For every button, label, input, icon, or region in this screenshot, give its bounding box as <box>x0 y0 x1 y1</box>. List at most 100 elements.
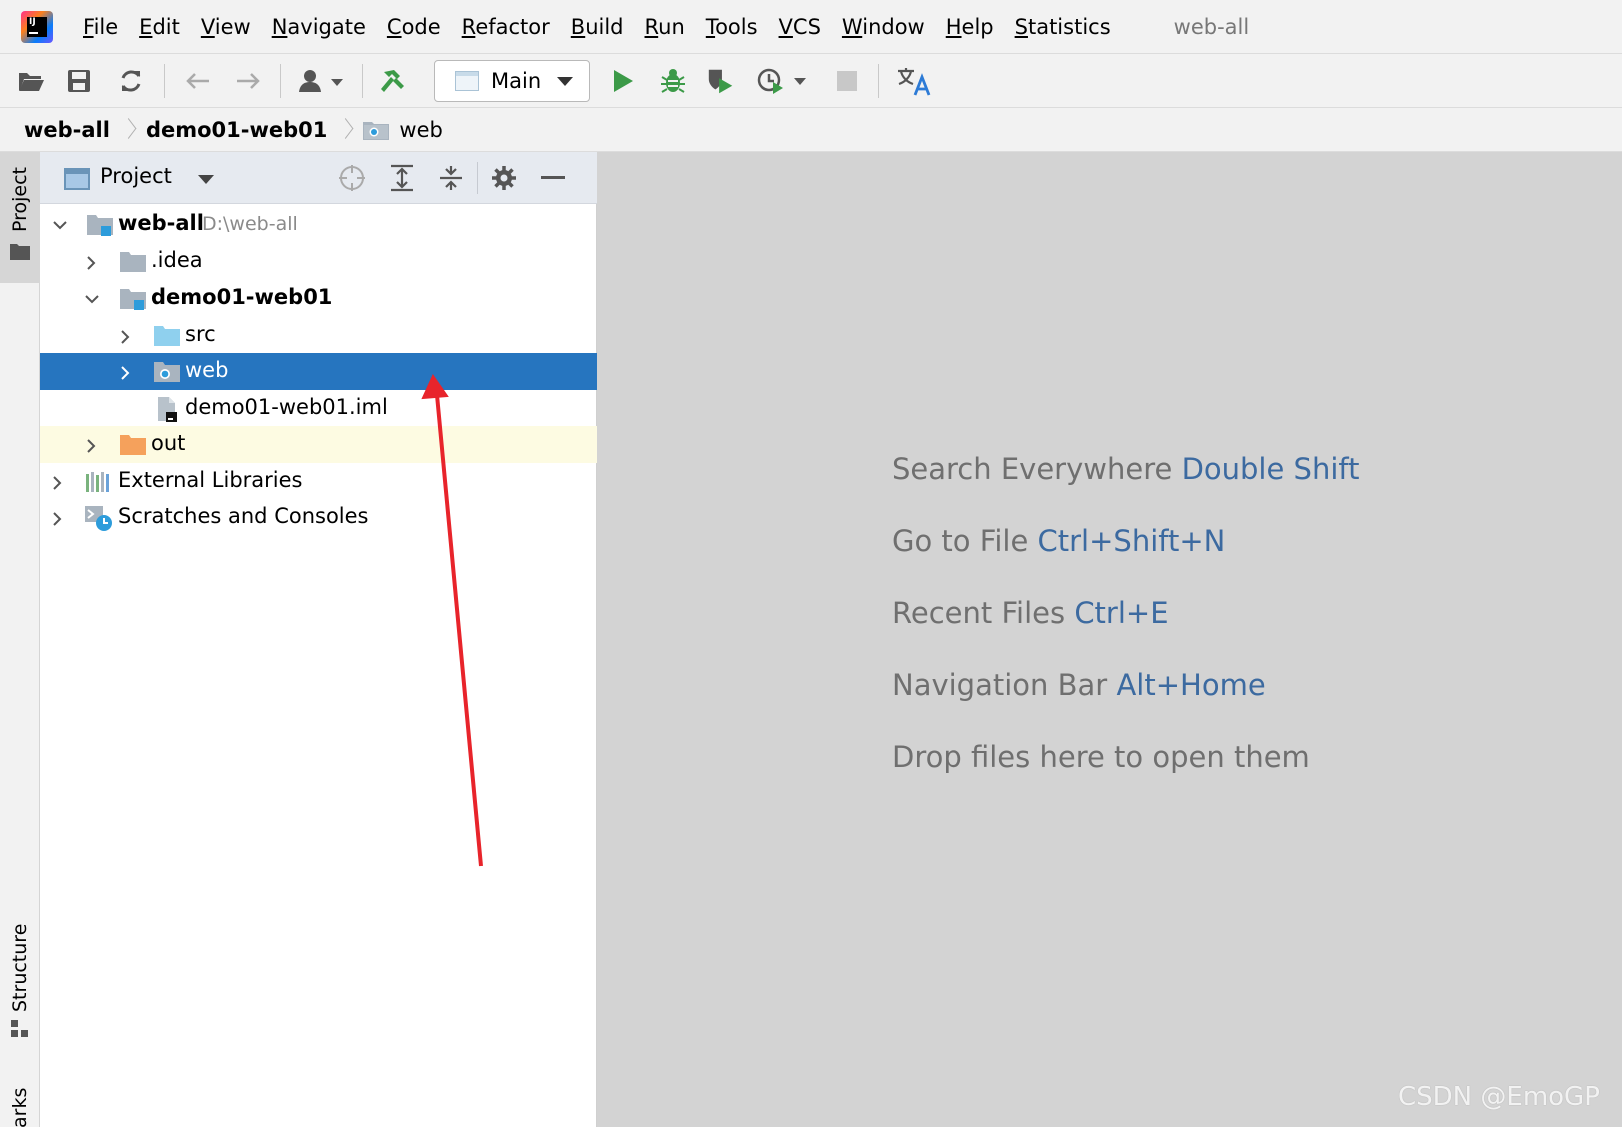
structure-icon <box>11 1020 28 1037</box>
chevron-down-icon <box>557 76 574 86</box>
minimize-icon[interactable] <box>538 163 568 193</box>
tool-window-bookmarks-label: arks <box>9 1087 31 1127</box>
source-folder-icon <box>154 324 180 348</box>
breadcrumb-item-web[interactable]: web <box>399 118 442 142</box>
hint-shortcut: Alt+Home <box>1116 668 1266 702</box>
breadcrumb: web-all demo01-web01 web <box>0 108 1622 152</box>
menu-vcs[interactable]: VCS <box>779 0 821 54</box>
tree-node-idea[interactable]: .idea <box>40 243 597 280</box>
collapse-all-icon[interactable] <box>436 163 466 193</box>
menu-refactor[interactable]: Refactor <box>462 0 550 54</box>
menu-run[interactable]: Run <box>645 0 685 54</box>
hint-text: Search Everywhere <box>892 452 1173 486</box>
chevron-down-icon[interactable] <box>198 175 214 184</box>
tree-node-web-all[interactable]: web-all D:\web-all <box>40 206 597 243</box>
menu-tools[interactable]: Tools <box>706 0 758 54</box>
vcs-user-icon[interactable] <box>296 66 348 96</box>
module-folder-icon <box>87 213 113 237</box>
tree-node-demo01-web01-iml[interactable]: demo01-web01.iml <box>40 390 597 427</box>
menu-navigate[interactable]: Navigate <box>272 0 366 54</box>
hint-text: Drop files here to open them <box>892 740 1310 774</box>
build-hammer-icon[interactable] <box>378 66 408 96</box>
hint-text: Recent Files <box>892 596 1066 630</box>
expand-all-icon[interactable] <box>387 163 417 193</box>
chevron-right-icon[interactable] <box>118 365 132 380</box>
project-view-title[interactable]: Project <box>100 164 172 188</box>
tree-label: demo01-web01 <box>151 285 333 309</box>
back-icon[interactable] <box>182 66 212 96</box>
project-view-icon <box>64 168 90 190</box>
breadcrumb-separator-icon <box>339 119 349 141</box>
menu-file[interactable]: File <box>83 0 118 54</box>
excluded-folder-icon <box>120 433 146 457</box>
project-panel-header: Project <box>40 152 597 204</box>
web-folder-icon <box>363 120 390 140</box>
menu-help[interactable]: Help <box>946 0 994 54</box>
coverage-icon[interactable] <box>706 66 736 96</box>
tree-node-src[interactable]: src <box>40 317 597 354</box>
forward-icon[interactable] <box>234 66 264 96</box>
project-folder-icon <box>10 244 30 260</box>
open-icon[interactable] <box>16 66 46 96</box>
tree-label: demo01-web01.iml <box>185 395 388 419</box>
ide-window: IJ File Edit View Navigate Code Refactor… <box>0 0 1622 1127</box>
tree-label: .idea <box>151 248 203 272</box>
intellij-logo-icon[interactable]: IJ <box>21 10 53 43</box>
menu-code[interactable]: Code <box>387 0 441 54</box>
tree-node-demo01-web01[interactable]: demo01-web01 <box>40 280 597 317</box>
web-folder-icon <box>154 360 180 384</box>
menu-window[interactable]: Window <box>842 0 925 54</box>
tree-path: D:\web-all <box>202 213 298 235</box>
hint-text: Navigation Bar <box>892 668 1108 702</box>
run-icon[interactable] <box>608 66 638 96</box>
debug-icon[interactable] <box>658 66 688 96</box>
hint-recent-files: Recent Files Ctrl+E <box>892 596 1169 630</box>
tree-node-web[interactable]: web <box>40 353 597 390</box>
chevron-right-icon[interactable] <box>50 475 64 490</box>
project-tool-window: Project web-all D:\web-all .idea demo01-… <box>40 152 597 1127</box>
breadcrumb-item-demo01-web01[interactable]: demo01-web01 <box>146 118 327 142</box>
stop-icon[interactable] <box>832 66 862 96</box>
hint-shortcut: Ctrl+E <box>1074 596 1169 630</box>
chevron-down-icon[interactable] <box>52 218 67 232</box>
tree-node-out[interactable]: out <box>40 426 597 463</box>
tree-node-scratches[interactable]: Scratches and Consoles <box>40 499 597 536</box>
menu-build[interactable]: Build <box>571 0 624 54</box>
chevron-right-icon[interactable] <box>84 438 98 453</box>
tree-node-external-libraries[interactable]: External Libraries <box>40 463 597 500</box>
locate-target-icon[interactable] <box>337 163 367 193</box>
profile-icon[interactable] <box>756 66 808 96</box>
tool-window-bookmarks-tab[interactable]: arks <box>0 1072 40 1127</box>
tree-label: out <box>151 431 186 455</box>
breadcrumb-separator-icon <box>122 119 132 141</box>
gear-icon[interactable] <box>489 163 519 193</box>
main-toolbar: Main <box>0 54 1622 108</box>
editor-empty-area[interactable]: Search Everywhere Double Shift Go to Fil… <box>597 152 1622 1127</box>
chevron-down-icon[interactable] <box>84 292 99 306</box>
chevron-right-icon[interactable] <box>118 329 132 344</box>
left-tool-strip: Project Structure arks <box>0 152 40 1127</box>
menu-edit[interactable]: Edit <box>139 0 180 54</box>
run-config-label: Main <box>491 69 542 93</box>
libraries-icon <box>85 470 111 494</box>
chevron-right-icon[interactable] <box>50 511 64 526</box>
run-config-selector[interactable]: Main <box>434 60 590 102</box>
breadcrumb-item-web-all[interactable]: web-all <box>24 118 110 142</box>
translate-icon[interactable] <box>896 66 932 96</box>
iml-file-icon <box>154 397 180 422</box>
tree-label: web-all <box>118 211 204 235</box>
run-config-icon <box>455 71 479 91</box>
watermark: CSDN @EmoGP <box>1398 1082 1600 1112</box>
module-folder-icon <box>120 287 146 311</box>
sync-icon[interactable] <box>116 66 146 96</box>
window-project-title: web-all <box>1173 14 1250 39</box>
save-icon[interactable] <box>64 66 94 96</box>
tool-window-structure-tab[interactable]: Structure <box>0 922 40 1042</box>
chevron-right-icon[interactable] <box>84 255 98 270</box>
menu-statistics[interactable]: Statistics <box>1015 0 1111 54</box>
tool-window-project-tab[interactable]: Project <box>0 152 40 283</box>
tree-label: Scratches and Consoles <box>118 504 369 528</box>
menu-view[interactable]: View <box>201 0 251 54</box>
hint-text: Go to File <box>892 524 1029 558</box>
tree-label: src <box>185 322 216 346</box>
